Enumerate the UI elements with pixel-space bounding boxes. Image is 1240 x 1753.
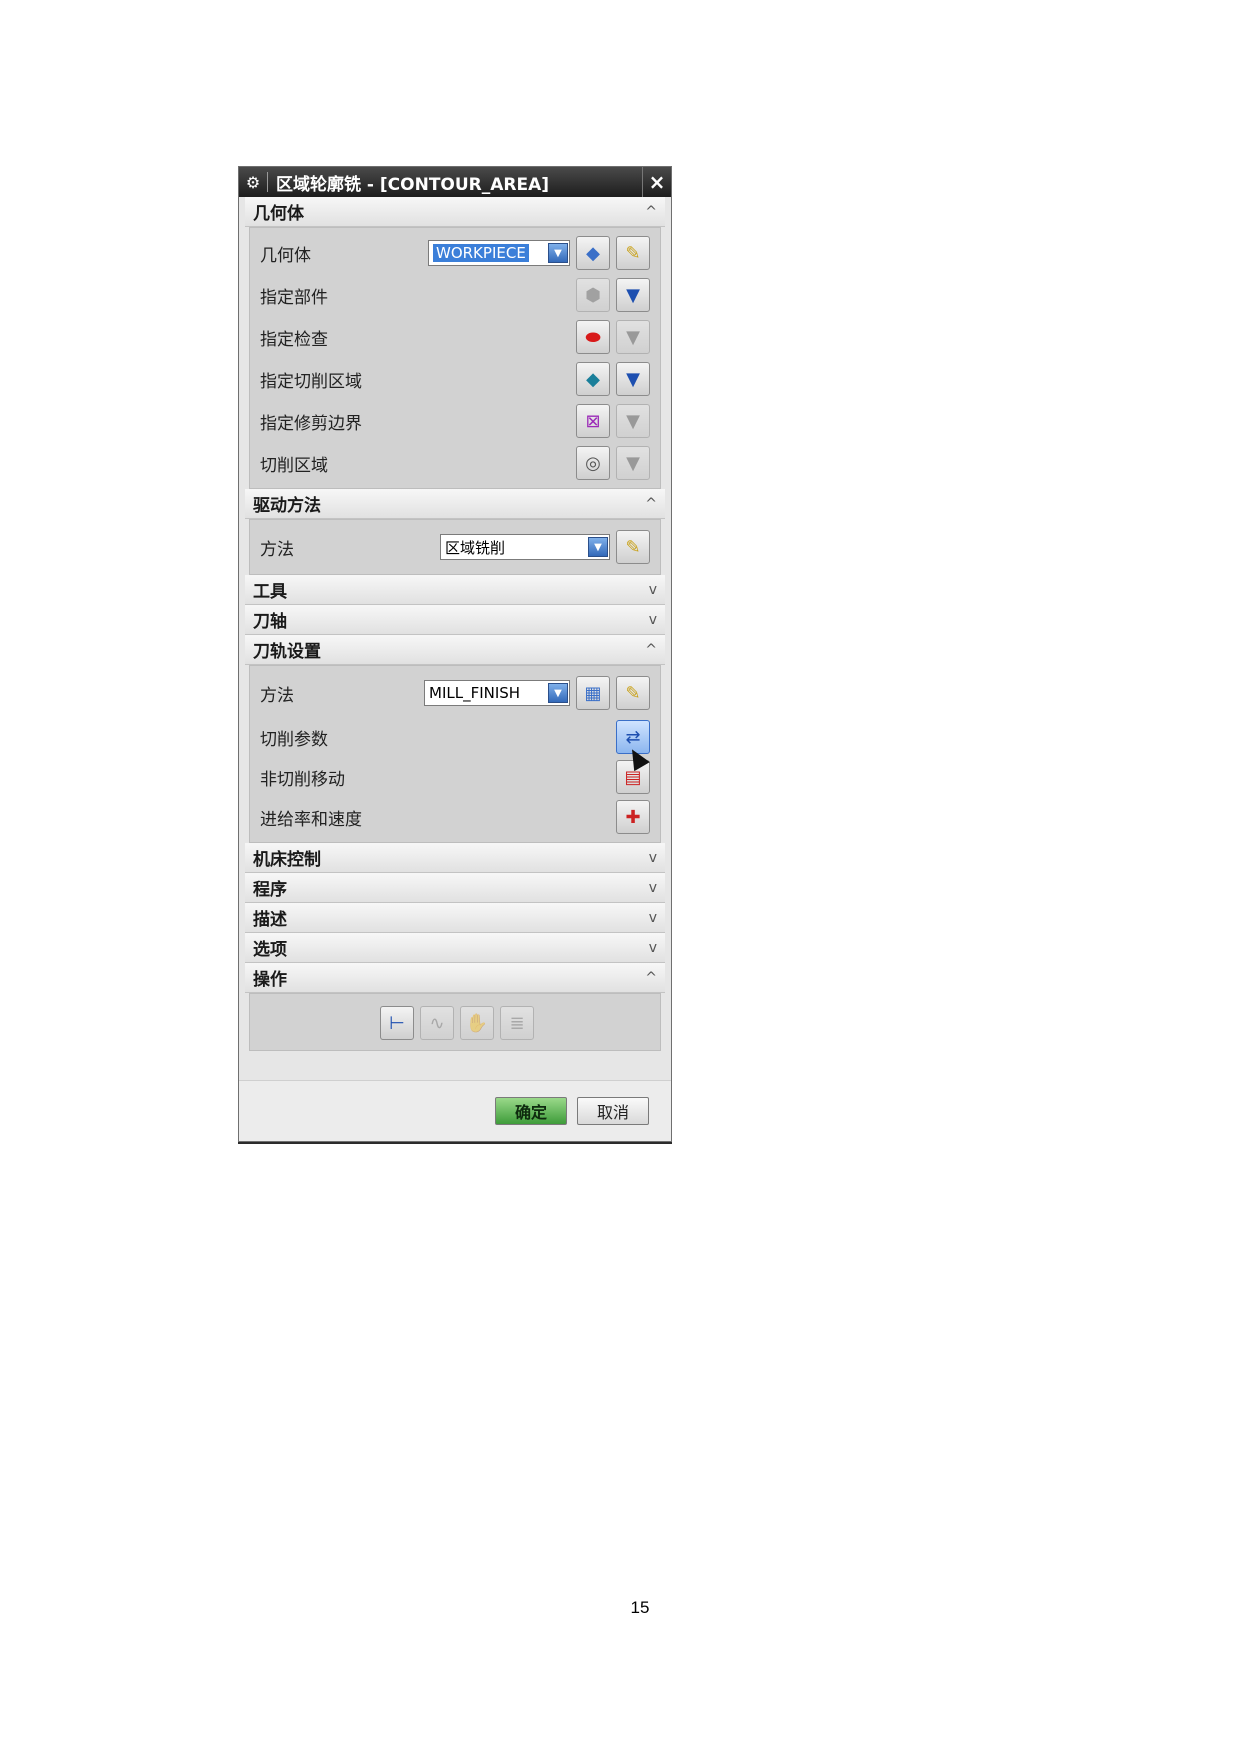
section-path-settings-label: 刀轨设置 (253, 642, 321, 662)
path-method-label: 方法 (260, 685, 294, 706)
check-shape-icon[interactable]: ⬬ (576, 320, 610, 354)
path-method-value: MILL_FINISH (429, 684, 521, 702)
title-separator (267, 172, 268, 192)
chevron-down-icon[interactable]: v (649, 582, 657, 598)
chevron-up-icon[interactable]: ^ (645, 496, 657, 512)
chevron-down-icon[interactable]: v (649, 850, 657, 866)
geometry-row: 几何体 WORKPIECE ▼ ◆ ✎ (260, 234, 650, 272)
new-method-icon[interactable]: ▦ (576, 676, 610, 710)
section-drive-method-label: 驱动方法 (253, 496, 321, 516)
chevron-down-icon[interactable]: ▼ (588, 537, 608, 557)
gear-icon[interactable]: ⚙ (239, 173, 267, 192)
check-row: 指定检查 ⬬ ▼ (260, 318, 650, 356)
section-tool[interactable]: 工具 v (245, 575, 665, 605)
section-machine-control-label: 机床控制 (253, 850, 321, 870)
trim-row: 指定修剪边界 ⊠ ▼ (260, 402, 650, 440)
part-shape-icon[interactable]: ⬢ (576, 278, 610, 312)
section-actions[interactable]: 操作 ^ (245, 963, 665, 993)
drive-method-value: 区域铣削 (445, 538, 506, 557)
cut-params-label: 切削参数 (260, 729, 328, 750)
drive-method-select[interactable]: 区域铣削 ▼ (440, 534, 610, 560)
section-options[interactable]: 选项 v (245, 933, 665, 963)
section-program-label: 程序 (253, 880, 287, 900)
section-machine-control[interactable]: 机床控制 v (245, 843, 665, 873)
part-label: 指定部件 (260, 287, 328, 308)
new-geometry-icon[interactable]: ◆ (576, 236, 610, 270)
cut-params-row: 切削参数 ⇄ (260, 718, 650, 756)
path-method-select[interactable]: MILL_FINISH ▼ (424, 680, 570, 706)
section-drive-method[interactable]: 驱动方法 ^ (245, 489, 665, 519)
section-path-settings[interactable]: 刀轨设置 ^ (245, 635, 665, 665)
section-tool-axis[interactable]: 刀轴 v (245, 605, 665, 635)
actions-panel: ⊢ ∿ ✋ ≣ (249, 993, 661, 1051)
geometry-label: 几何体 (260, 245, 311, 266)
feeds-row: 进给率和速度 ✚ (260, 798, 650, 836)
drive-panel: 方法 区域铣削 ▼ ✎ (249, 519, 661, 575)
chevron-up-icon[interactable]: ^ (645, 970, 657, 986)
chevron-down-icon[interactable]: v (649, 940, 657, 956)
flashlight-icon[interactable]: ▼ (616, 404, 650, 438)
trim-boundary-icon[interactable]: ⊠ (576, 404, 610, 438)
section-program[interactable]: 程序 v (245, 873, 665, 903)
dialog-title: 区域轮廓铣 - [CONTOUR_AREA] (276, 174, 550, 195)
wrench-icon[interactable]: ✎ (616, 236, 650, 270)
check-label: 指定检查 (260, 329, 328, 350)
feeds-label: 进给率和速度 (260, 809, 362, 830)
section-description[interactable]: 描述 v (245, 903, 665, 933)
page-number: 15 (630, 1598, 650, 1617)
cancel-button[interactable]: 取消 (577, 1097, 649, 1125)
geometry-panel: 几何体 WORKPIECE ▼ ◆ ✎ 指定部件 ⬢ ▼ 指定检查 ⬬ ▼ 指定… (249, 227, 661, 489)
generate-icon[interactable]: ⊢ (380, 1006, 414, 1040)
section-geometry-label: 几何体 (253, 204, 304, 224)
section-geometry[interactable]: 几何体 ^ (245, 197, 665, 227)
cut-area-row: 指定切削区域 ◆ ▼ (260, 360, 650, 398)
noncut-moves-label: 非切削移动 (260, 769, 345, 790)
wrench-icon[interactable]: ✎ (616, 676, 650, 710)
flashlight-icon[interactable]: ▼ (616, 362, 650, 396)
trim-label: 指定修剪边界 (260, 413, 362, 434)
drive-method-label: 方法 (260, 539, 294, 560)
part-row: 指定部件 ⬢ ▼ (260, 276, 650, 314)
cut-region-label: 切削区域 (260, 455, 328, 476)
path-settings-panel: 方法 MILL_FINISH ▼ ▦ ✎ 切削参数 ⇄ 非切削移动 ▤ 进给率和… (249, 665, 661, 843)
cut-region-row: 切削区域 ◎ ▼ (260, 444, 650, 482)
chevron-down-icon[interactable]: v (649, 880, 657, 896)
noncut-moves-row: 非切削移动 ▤ (260, 758, 650, 796)
close-icon[interactable]: × (642, 167, 671, 197)
geometry-select[interactable]: WORKPIECE ▼ (428, 240, 570, 266)
flashlight-icon[interactable]: ▼ (616, 278, 650, 312)
chevron-down-icon[interactable]: v (649, 612, 657, 628)
ok-button[interactable]: 确定 (495, 1097, 567, 1125)
verify-icon[interactable]: ✋ (460, 1006, 494, 1040)
dialog-titlebar: ⚙ 区域轮廓铣 - [CONTOUR_AREA] × (239, 167, 671, 197)
cut-region-shape-icon[interactable]: ◎ (576, 446, 610, 480)
drive-method-row: 方法 区域铣削 ▼ ✎ (260, 528, 650, 566)
flashlight-icon[interactable]: ▼ (616, 320, 650, 354)
replay-icon[interactable]: ∿ (420, 1006, 454, 1040)
path-method-row: 方法 MILL_FINISH ▼ ▦ ✎ (260, 674, 650, 712)
chevron-up-icon[interactable]: ^ (645, 642, 657, 658)
section-tool-axis-label: 刀轴 (253, 612, 287, 632)
dialog-footer: 确定 取消 (239, 1080, 671, 1141)
feeds-speeds-icon[interactable]: ✚ (616, 800, 650, 834)
section-description-label: 描述 (253, 910, 287, 930)
chevron-down-icon[interactable]: ▼ (548, 243, 568, 263)
chevron-up-icon[interactable]: ^ (645, 204, 657, 220)
list-icon[interactable]: ≣ (500, 1006, 534, 1040)
section-actions-label: 操作 (253, 970, 287, 990)
wrench-icon[interactable]: ✎ (616, 530, 650, 564)
flashlight-icon[interactable]: ▼ (616, 446, 650, 480)
geometry-select-value: WORKPIECE (433, 244, 529, 262)
contour-area-dialog: ⚙ 区域轮廓铣 - [CONTOUR_AREA] × 几何体 ^ 几何体 WOR… (238, 166, 672, 1142)
chevron-down-icon[interactable]: ▼ (548, 683, 568, 703)
cut-area-label: 指定切削区域 (260, 371, 362, 392)
cut-area-shape-icon[interactable]: ◆ (576, 362, 610, 396)
section-options-label: 选项 (253, 940, 287, 960)
actions-toolbar: ⊢ ∿ ✋ ≣ (374, 1006, 534, 1040)
section-tool-label: 工具 (253, 582, 287, 602)
chevron-down-icon[interactable]: v (649, 910, 657, 926)
